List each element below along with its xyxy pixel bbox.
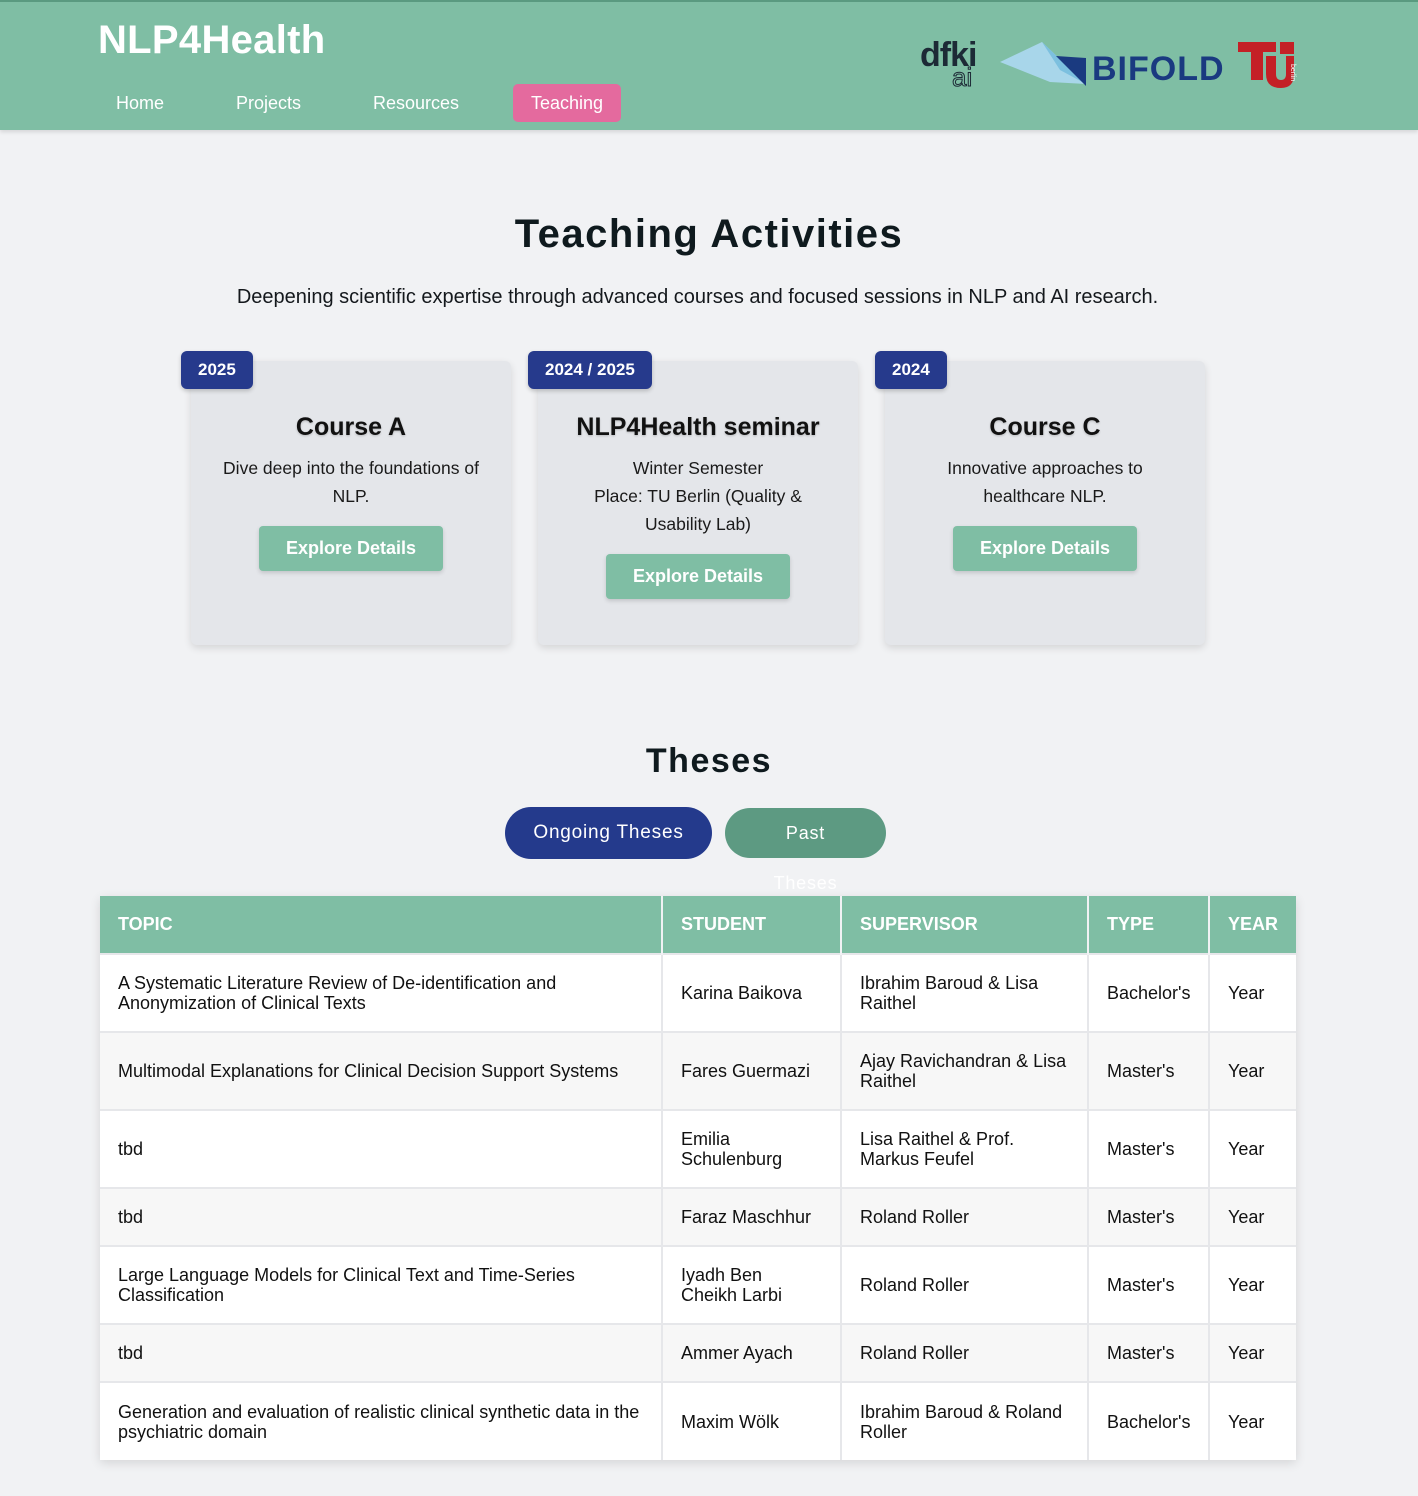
cell-year: Year [1209,1187,1296,1246]
column-header-supervisor[interactable]: Supervisor [841,896,1089,954]
course-title: Course C [989,413,1101,441]
table-row: Multimodal Explanations for Clinical Dec… [100,1031,1296,1110]
explore-details-button[interactable]: Explore Details [258,526,444,571]
cell-type: Bachelor's [1088,953,1210,1032]
column-header-student[interactable]: Student [662,896,842,954]
nav-resources[interactable]: Resources [355,84,477,122]
nav-projects[interactable]: Projects [218,84,319,122]
cell-type: Master's [1088,1323,1210,1382]
cell-type: Master's [1088,1187,1210,1246]
course-title: Course A [295,413,407,441]
tab-past-theses[interactable]: Past Theses [725,808,886,893]
svg-text:berlin: berlin [1289,64,1296,81]
course-description: Innovative approaches to healthcare NLP. [947,458,1143,506]
course-title: NLP4Health seminar [576,413,820,441]
table-header-row: Topic Student Supervisor Type Year [100,896,1296,954]
cell-topic: tbd [100,1187,663,1246]
cell-student: Emilia Schulenburg [662,1109,842,1188]
course-card: 2024 / 2025 NLP4Health seminar Winter Se… [528,351,858,645]
table-row: tbd Faraz Maschhur Roland Roller Master'… [100,1187,1296,1246]
course-description: Dive deep into the foundations of NLP. [223,458,479,506]
cell-student: Maxim Wölk [662,1381,842,1460]
bifold-mark-icon [1000,42,1086,86]
course-year-badge: 2024 [875,351,947,389]
cell-year: Year [1209,1109,1296,1188]
cell-supervisor: Roland Roller [841,1245,1089,1324]
table-row: tbd Ammer Ayach Roland Roller Master's Y… [100,1323,1296,1382]
cell-student: Fares Guermazi [662,1031,842,1110]
cell-type: Master's [1088,1109,1210,1188]
course-year-badge: 2024 / 2025 [528,351,652,389]
cell-topic: A Systematic Literature Review of De-ide… [100,953,663,1032]
tu-berlin-mark-icon: berlin [1238,42,1296,88]
column-header-year[interactable]: Year [1209,896,1296,954]
partner-logos: dfki ai BIFOLD berlin [918,36,1308,96]
cell-topic: tbd [100,1109,663,1188]
cell-year: Year [1209,1245,1296,1324]
theses-table: Topic Student Supervisor Type Year A Sys… [100,896,1296,1460]
cell-year: Year [1209,1381,1296,1460]
table-row: tbd Emilia Schulenburg Lisa Raithel & Pr… [100,1109,1296,1188]
cell-topic: tbd [100,1323,663,1382]
cell-supervisor: Lisa Raithel & Prof. Markus Feufel [841,1109,1089,1188]
cell-type: Master's [1088,1031,1210,1110]
dfki-logo-ai: ai [951,62,973,93]
cell-type: Master's [1088,1245,1210,1324]
teaching-lead: Deepening scientific expertise through a… [236,286,1159,308]
cell-topic: Multimodal Explanations for Clinical Dec… [100,1031,663,1110]
theses-tabs: Ongoing Theses Past Theses [0,806,1418,893]
table-row: Large Language Models for Clinical Text … [100,1245,1296,1324]
nav-teaching[interactable]: Teaching [513,84,622,122]
tu-berlin-logo[interactable]: berlin [1236,40,1298,88]
cell-student: Iyadh Ben Cheikh Larbi [662,1245,842,1324]
cell-year: Year [1209,1323,1296,1382]
course-card: 2025 Course A Dive deep into the foundat… [181,351,511,645]
bifold-logo-text: BIFOLD [1092,50,1225,88]
table-row: A Systematic Literature Review of De-ide… [100,953,1296,1032]
cell-topic: Large Language Models for Clinical Text … [100,1245,663,1324]
course-year-badge: 2025 [181,351,253,389]
cell-student: Karina Baikova [662,953,842,1032]
nav-home[interactable]: Home [98,84,182,122]
cell-topic: Generation and evaluation of realistic c… [100,1381,663,1460]
cell-year: Year [1209,953,1296,1032]
site-brand[interactable]: NLP4Health [98,18,326,63]
cell-student: Faraz Maschhur [662,1187,842,1246]
cell-student: Ammer Ayach [662,1323,842,1382]
cell-supervisor: Roland Roller [841,1187,1089,1246]
cell-supervisor: Ajay Ravichandran & Lisa Raithel [841,1031,1089,1110]
explore-details-button[interactable]: Explore Details [605,554,791,599]
cell-year: Year [1209,1031,1296,1110]
explore-details-button[interactable]: Explore Details [952,526,1138,571]
dfki-logo[interactable]: dfki ai [918,36,988,96]
course-card: 2024 Course C Innovative approaches to h… [875,351,1205,645]
column-header-type[interactable]: Type [1088,896,1210,954]
cell-supervisor: Ibrahim Baroud & Roland Roller [841,1381,1089,1460]
tab-ongoing-theses[interactable]: Ongoing Theses [505,807,712,859]
table-row: Generation and evaluation of realistic c… [100,1381,1296,1460]
theses-title: Theses [645,742,773,780]
site-header: NLP4Health Home Projects Resources Teach… [0,0,1418,130]
course-description: Winter Semester Place: TU Berlin (Qualit… [594,458,802,534]
cell-supervisor: Roland Roller [841,1323,1089,1382]
teaching-title: Teaching Activities [514,212,904,256]
bifold-logo[interactable]: BIFOLD [1000,40,1230,90]
cell-type: Bachelor's [1088,1381,1210,1460]
column-header-topic[interactable]: Topic [100,896,663,954]
cell-supervisor: Ibrahim Baroud & Lisa Raithel [841,953,1089,1032]
